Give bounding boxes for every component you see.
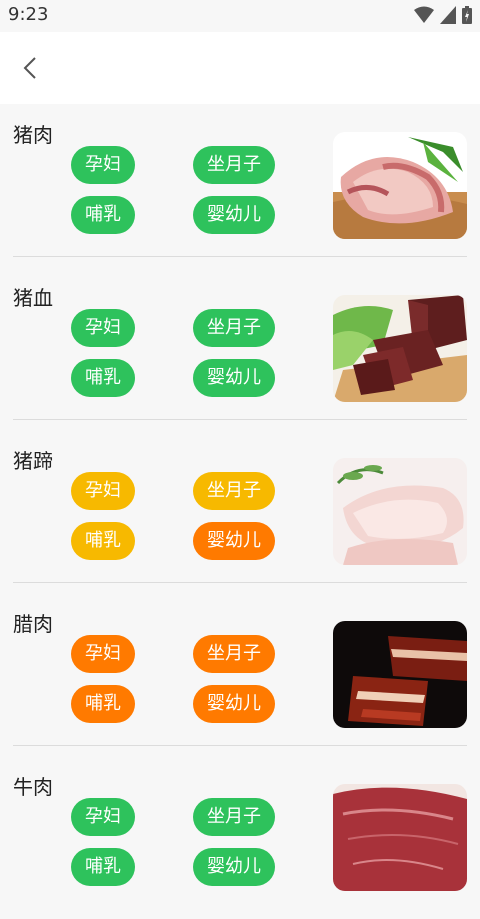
food-name: 猪蹄 [13, 449, 53, 473]
wifi-icon [414, 6, 434, 23]
tag-pregnant[interactable]: 孕妇 [71, 798, 135, 836]
back-button[interactable] [14, 52, 46, 84]
battery-icon [462, 6, 472, 24]
beef-image [333, 784, 467, 891]
status-bar: 9:23 [0, 0, 480, 32]
tag-postpartum[interactable]: 坐月子 [193, 635, 275, 673]
status-time: 9:23 [8, 4, 49, 25]
pig-blood-image [333, 295, 467, 402]
list-item[interactable]: 牛肉 孕妇 坐月子 哺乳 婴幼儿 [0, 756, 480, 919]
food-name: 猪肉 [13, 123, 53, 147]
tag-postpartum[interactable]: 坐月子 [193, 798, 275, 836]
pork-image [333, 132, 467, 239]
food-list: 猪肉 孕妇 坐月子 哺乳 婴幼儿 猪血 孕妇 坐月子 哺乳 婴幼儿 猪蹄 孕妇 … [0, 104, 480, 919]
tag-pregnant[interactable]: 孕妇 [71, 472, 135, 510]
tag-breastfeeding[interactable]: 哺乳 [71, 685, 135, 723]
tag-pregnant[interactable]: 孕妇 [71, 146, 135, 184]
food-name: 腊肉 [13, 612, 53, 636]
tag-infant[interactable]: 婴幼儿 [193, 522, 275, 560]
nav-bar [0, 32, 480, 104]
tag-infant[interactable]: 婴幼儿 [193, 848, 275, 886]
tag-pregnant[interactable]: 孕妇 [71, 309, 135, 347]
divider [13, 745, 467, 746]
tag-infant[interactable]: 婴幼儿 [193, 685, 275, 723]
tag-infant[interactable]: 婴幼儿 [193, 196, 275, 234]
tag-pregnant[interactable]: 孕妇 [71, 635, 135, 673]
chevron-left-icon [23, 57, 36, 79]
divider [13, 256, 467, 257]
list-item[interactable]: 腊肉 孕妇 坐月子 哺乳 婴幼儿 [0, 593, 480, 756]
tag-breastfeeding[interactable]: 哺乳 [71, 359, 135, 397]
divider [13, 582, 467, 583]
list-item[interactable]: 猪血 孕妇 坐月子 哺乳 婴幼儿 [0, 267, 480, 430]
divider [13, 419, 467, 420]
tag-postpartum[interactable]: 坐月子 [193, 472, 275, 510]
food-name: 猪血 [13, 286, 53, 310]
cured-meat-image [333, 621, 467, 728]
pig-trotter-image [333, 458, 467, 565]
tag-postpartum[interactable]: 坐月子 [193, 146, 275, 184]
tag-breastfeeding[interactable]: 哺乳 [71, 196, 135, 234]
list-item[interactable]: 猪肉 孕妇 坐月子 哺乳 婴幼儿 [0, 104, 480, 267]
tag-breastfeeding[interactable]: 哺乳 [71, 522, 135, 560]
food-name: 牛肉 [13, 775, 53, 799]
list-item[interactable]: 猪蹄 孕妇 坐月子 哺乳 婴幼儿 [0, 430, 480, 593]
tag-postpartum[interactable]: 坐月子 [193, 309, 275, 347]
tag-infant[interactable]: 婴幼儿 [193, 359, 275, 397]
tag-breastfeeding[interactable]: 哺乳 [71, 848, 135, 886]
status-icons [414, 6, 472, 24]
signal-icon [440, 6, 456, 24]
